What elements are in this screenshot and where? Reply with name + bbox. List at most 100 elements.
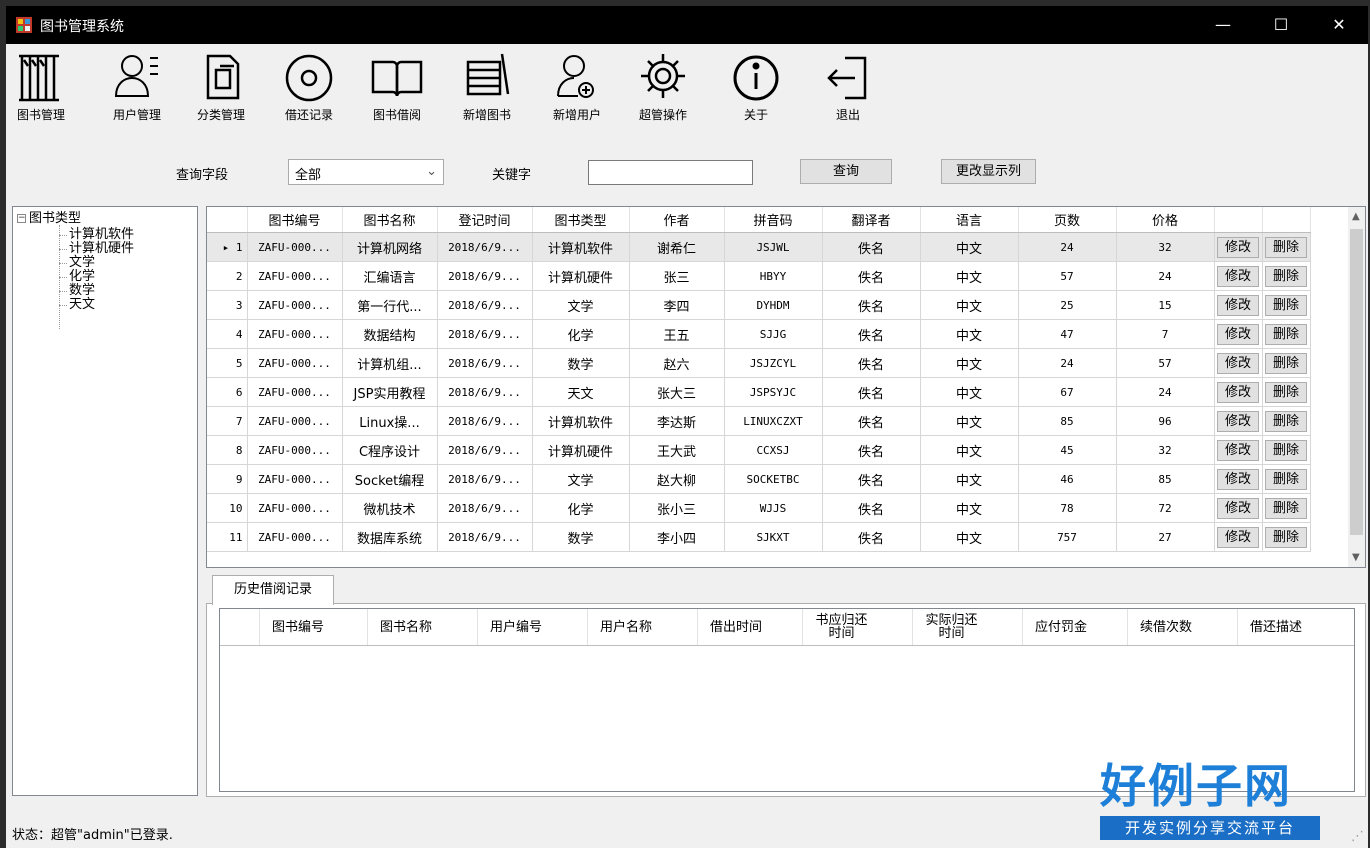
cell-date[interactable]: 2018/6/9... bbox=[437, 435, 533, 465]
cell-price[interactable]: 27 bbox=[1116, 522, 1215, 552]
table-row[interactable]: 7 ZAFU-000... Linux操... 2018/6/9... 计算机软件 李达斯… bbox=[207, 406, 1311, 436]
column-header[interactable]: 价格 bbox=[1116, 207, 1215, 233]
cell-type[interactable]: 化学 bbox=[532, 319, 630, 349]
cell-pinyin[interactable]: WJJS bbox=[724, 493, 823, 523]
history-column-header[interactable]: 书应归还时间 bbox=[803, 609, 913, 645]
cell-translator[interactable]: 佚名 bbox=[822, 493, 921, 523]
table-row[interactable]: 9 ZAFU-000... Socket编程 2018/6/9... 文学 赵大柳 SOCK… bbox=[207, 464, 1311, 494]
cell-date[interactable]: 2018/6/9... bbox=[437, 406, 533, 436]
book-management-button[interactable]: 图书管理 bbox=[10, 46, 72, 130]
cell-name[interactable]: 汇编语言 bbox=[342, 261, 438, 291]
minimize-button[interactable]: — bbox=[1194, 6, 1252, 44]
add-user-button[interactable]: 新增用户 bbox=[542, 46, 612, 130]
row-header[interactable]: 9 bbox=[207, 464, 248, 494]
edit-button[interactable]: 修改 bbox=[1217, 352, 1259, 374]
tree-item-astronomy[interactable]: 天文 bbox=[69, 298, 95, 311]
scroll-down-icon[interactable]: ▼ bbox=[1352, 552, 1360, 563]
table-row[interactable]: ▸ 1 ZAFU-000... 计算机网络 2018/6/9... 计算机软件 谢希仁 JS… bbox=[207, 232, 1311, 262]
delete-button[interactable]: 删除 bbox=[1265, 236, 1307, 258]
cell-lang[interactable]: 中文 bbox=[920, 232, 1019, 262]
column-header[interactable]: 页数 bbox=[1018, 207, 1117, 233]
add-book-button[interactable]: 新增图书 bbox=[452, 46, 522, 130]
cell-lang[interactable]: 中文 bbox=[920, 261, 1019, 291]
user-management-button[interactable]: 用户管理 bbox=[100, 46, 174, 130]
history-column-header[interactable]: 实际归还时间 bbox=[913, 609, 1023, 645]
tree-item-math[interactable]: 数学 bbox=[69, 284, 95, 297]
borrow-return-record-button[interactable]: 借还记录 bbox=[274, 46, 344, 130]
cell-author[interactable]: 张小三 bbox=[629, 493, 725, 523]
edit-button[interactable]: 修改 bbox=[1217, 236, 1259, 258]
cell-author[interactable]: 王大武 bbox=[629, 435, 725, 465]
cell-pages[interactable]: 57 bbox=[1018, 261, 1117, 291]
cell-pages[interactable]: 24 bbox=[1018, 348, 1117, 378]
admin-operations-button[interactable]: 超管操作 bbox=[628, 46, 698, 130]
cell-pinyin[interactable]: SJJG bbox=[724, 319, 823, 349]
table-row[interactable]: 11 ZAFU-000... 数据库系统 2018/6/9... 数学 李小四 SJKXT 佚… bbox=[207, 522, 1311, 552]
cell-author[interactable]: 张三 bbox=[629, 261, 725, 291]
row-header[interactable]: 10 bbox=[207, 493, 248, 523]
cell-id[interactable]: ZAFU-000... bbox=[247, 319, 343, 349]
edit-button[interactable]: 修改 bbox=[1217, 526, 1259, 548]
cell-translator[interactable]: 佚名 bbox=[822, 435, 921, 465]
table-row[interactable]: 5 ZAFU-000... 计算机组... 2018/6/9... 数学 赵六 JSJZCY… bbox=[207, 348, 1311, 378]
cell-date[interactable]: 2018/6/9... bbox=[437, 348, 533, 378]
cell-name[interactable]: Linux操... bbox=[342, 406, 438, 436]
table-row[interactable]: 6 ZAFU-000... JSP实用教程 2018/6/9... 天文 张大三 JSPSY… bbox=[207, 377, 1311, 407]
cell-name[interactable]: 微机技术 bbox=[342, 493, 438, 523]
history-column-header[interactable]: 图书名称 bbox=[368, 609, 478, 645]
cell-author[interactable]: 王五 bbox=[629, 319, 725, 349]
row-header[interactable]: 4 bbox=[207, 319, 248, 349]
cell-translator[interactable]: 佚名 bbox=[822, 406, 921, 436]
cell-translator[interactable]: 佚名 bbox=[822, 464, 921, 494]
cell-id[interactable]: ZAFU-000... bbox=[247, 493, 343, 523]
cell-lang[interactable]: 中文 bbox=[920, 464, 1019, 494]
cell-translator[interactable]: 佚名 bbox=[822, 319, 921, 349]
cell-price[interactable]: 24 bbox=[1116, 377, 1215, 407]
edit-button[interactable]: 修改 bbox=[1217, 265, 1259, 287]
table-row[interactable]: 3 ZAFU-000... 第一行代... 2018/6/9... 文学 李四 DYHDM 佚… bbox=[207, 290, 1311, 320]
delete-button[interactable]: 删除 bbox=[1265, 294, 1307, 316]
row-header[interactable]: 3 bbox=[207, 290, 248, 320]
cell-translator[interactable]: 佚名 bbox=[822, 290, 921, 320]
column-header[interactable]: 图书类型 bbox=[532, 207, 630, 233]
cell-author[interactable]: 谢希仁 bbox=[629, 232, 725, 262]
column-header[interactable]: 图书编号 bbox=[247, 207, 343, 233]
delete-button[interactable]: 删除 bbox=[1265, 381, 1307, 403]
table-row[interactable]: 10 ZAFU-000... 微机技术 2018/6/9... 化学 张小三 WJJS 佚名中… bbox=[207, 493, 1311, 523]
category-management-button[interactable]: 分类管理 bbox=[186, 46, 256, 130]
cell-date[interactable]: 2018/6/9... bbox=[437, 464, 533, 494]
resize-grip-icon[interactable]: ⋰ bbox=[1351, 829, 1364, 844]
cell-pages[interactable]: 757 bbox=[1018, 522, 1117, 552]
row-header[interactable]: 7 bbox=[207, 406, 248, 436]
cell-date[interactable]: 2018/6/9... bbox=[437, 522, 533, 552]
cell-lang[interactable]: 中文 bbox=[920, 522, 1019, 552]
cell-lang[interactable]: 中文 bbox=[920, 377, 1019, 407]
cell-pages[interactable]: 85 bbox=[1018, 406, 1117, 436]
column-header[interactable]: 图书名称 bbox=[342, 207, 438, 233]
row-header[interactable]: 6 bbox=[207, 377, 248, 407]
scroll-thumb[interactable] bbox=[1350, 229, 1363, 535]
books-grid[interactable]: 图书编号 图书名称 登记时间 图书类型 作者 拼音码 翻译者 语言 页数 价格 … bbox=[206, 206, 1366, 568]
tree-item-software[interactable]: 计算机软件 bbox=[69, 228, 134, 241]
cell-date[interactable]: 2018/6/9... bbox=[437, 290, 533, 320]
change-columns-button[interactable]: 更改显示列 bbox=[941, 159, 1036, 184]
keyword-input[interactable] bbox=[588, 160, 753, 185]
history-column-header[interactable]: 借出时间 bbox=[698, 609, 803, 645]
delete-button[interactable]: 删除 bbox=[1265, 323, 1307, 345]
cell-pinyin[interactable]: LINUXCZXT bbox=[724, 406, 823, 436]
column-header[interactable]: 拼音码 bbox=[724, 207, 823, 233]
cell-date[interactable]: 2018/6/9... bbox=[437, 319, 533, 349]
cell-date[interactable]: 2018/6/9... bbox=[437, 232, 533, 262]
cell-lang[interactable]: 中文 bbox=[920, 435, 1019, 465]
edit-button[interactable]: 修改 bbox=[1217, 468, 1259, 490]
cell-lang[interactable]: 中文 bbox=[920, 290, 1019, 320]
cell-type[interactable]: 数学 bbox=[532, 522, 630, 552]
search-button[interactable]: 查询 bbox=[800, 159, 892, 184]
history-column-header[interactable]: 用户编号 bbox=[478, 609, 588, 645]
delete-button[interactable]: 删除 bbox=[1265, 468, 1307, 490]
cell-author[interactable]: 赵大柳 bbox=[629, 464, 725, 494]
cell-id[interactable]: ZAFU-000... bbox=[247, 464, 343, 494]
cell-pinyin[interactable]: JSJWL bbox=[724, 232, 823, 262]
cell-price[interactable]: 57 bbox=[1116, 348, 1215, 378]
delete-button[interactable]: 删除 bbox=[1265, 265, 1307, 287]
